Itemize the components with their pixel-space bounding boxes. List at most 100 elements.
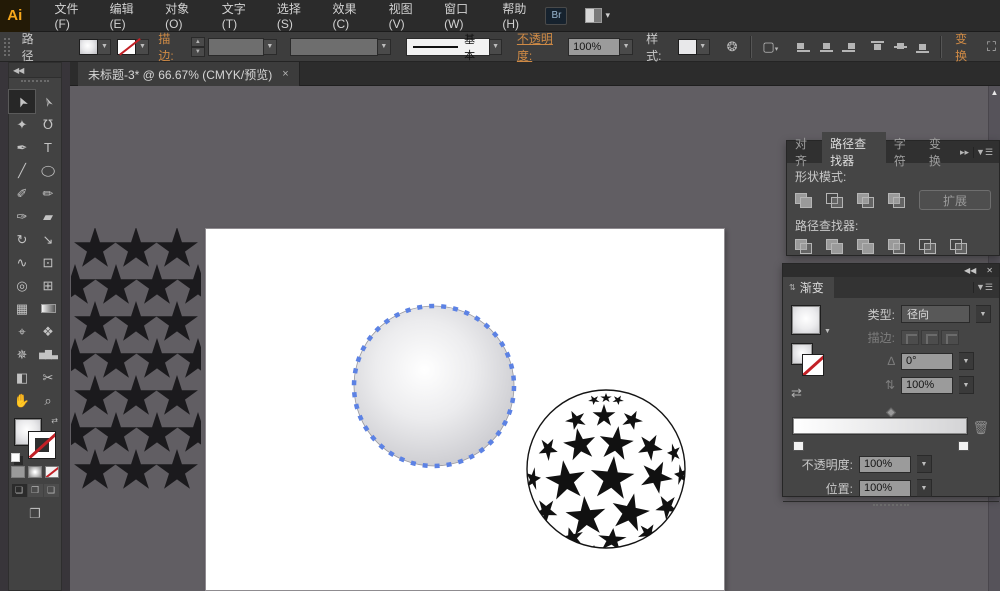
brush-dropdown-icon[interactable]: ▼ bbox=[490, 39, 502, 55]
rotate-tool[interactable]: ↻ bbox=[9, 228, 35, 251]
menu-type[interactable]: 文字(T) bbox=[211, 0, 264, 35]
draw-normal-button[interactable]: ❏ bbox=[12, 484, 27, 497]
workspace-switcher[interactable]: ▾ bbox=[585, 8, 610, 23]
star-sphere-object[interactable] bbox=[524, 387, 688, 551]
gradient-type-value[interactable]: 径向 bbox=[901, 305, 970, 323]
opacity-combo[interactable]: 100%▼ bbox=[568, 38, 633, 56]
align-right-icon[interactable] bbox=[841, 40, 853, 53]
gradient-opacity-field[interactable]: 100% bbox=[859, 456, 911, 473]
selection-tool[interactable]: ➤ bbox=[9, 90, 35, 113]
shape-builder-tool[interactable]: ◎ bbox=[9, 274, 35, 297]
fill-dropdown-icon[interactable]: ▼ bbox=[98, 39, 111, 55]
panel-collapse-icon[interactable]: ◀◀ bbox=[964, 266, 976, 275]
gradient-stop-right[interactable] bbox=[958, 436, 969, 449]
reverse-gradient-icon[interactable]: ⇄ bbox=[791, 385, 802, 401]
recolor-artwork-icon[interactable]: ❂ bbox=[727, 39, 738, 55]
select-similar-icon[interactable]: ▢▾ bbox=[762, 39, 778, 55]
outline-icon[interactable] bbox=[919, 239, 937, 254]
aspect-ratio-field[interactable]: 100% bbox=[901, 377, 953, 394]
eyedropper-tool[interactable]: ⌖ bbox=[9, 320, 35, 343]
style-dropdown-icon[interactable]: ▼ bbox=[697, 39, 710, 55]
menu-effect[interactable]: 效果(C) bbox=[321, 0, 375, 35]
align-left-icon[interactable] bbox=[796, 40, 808, 53]
hand-tool[interactable]: ✋ bbox=[9, 389, 35, 412]
perspective-grid-tool[interactable]: ⊞ bbox=[35, 274, 61, 297]
fill-swatch-combo[interactable]: ▼ bbox=[79, 39, 111, 55]
stroke-weight-dropdown-icon[interactable]: ▼ bbox=[264, 39, 277, 55]
draw-behind-button[interactable]: ❐ bbox=[28, 484, 43, 497]
location-field[interactable]: 100% bbox=[859, 480, 911, 497]
brush-definition-field[interactable]: 基本 bbox=[406, 38, 490, 56]
panel-close-icon[interactable]: ✕ bbox=[986, 266, 993, 275]
mesh-tool[interactable]: ▦ bbox=[9, 297, 35, 320]
stroke-none-swatch[interactable] bbox=[117, 39, 136, 55]
intersect-icon[interactable] bbox=[857, 193, 875, 208]
bridge-icon[interactable]: Br bbox=[545, 7, 567, 25]
symbol-sprayer-tool[interactable]: ✵ bbox=[9, 343, 35, 366]
tab-gradient[interactable]: ⇅ 渐变 bbox=[783, 277, 834, 298]
swap-fill-stroke-icon[interactable]: ⇄ bbox=[51, 416, 58, 425]
panel-resize-grip[interactable] bbox=[783, 501, 999, 508]
document-close-icon[interactable]: × bbox=[282, 68, 288, 80]
gradient-ramp[interactable] bbox=[793, 418, 967, 434]
stepper-up-icon[interactable]: ▲ bbox=[191, 37, 205, 47]
align-center-icon[interactable] bbox=[819, 40, 831, 53]
document-tab[interactable]: 未标题-3* @ 66.67% (CMYK/预览) × bbox=[78, 62, 300, 86]
stroke-swatch-combo[interactable]: ▼ bbox=[117, 39, 149, 55]
default-fill-stroke-icon[interactable] bbox=[11, 453, 20, 462]
merge-icon[interactable] bbox=[857, 239, 875, 254]
align-top-icon[interactable] bbox=[870, 40, 882, 53]
paintbrush-tool[interactable]: ✐ bbox=[9, 182, 35, 205]
pencil-tool[interactable]: ✏ bbox=[35, 182, 61, 205]
delete-stop-icon[interactable]: 🗑 bbox=[972, 420, 989, 436]
gradient-panel-menu-icon[interactable]: ▼☰ bbox=[973, 282, 999, 293]
stroke-indicator-none[interactable] bbox=[28, 431, 56, 459]
tools-drag-grip[interactable] bbox=[21, 80, 49, 88]
gradient-sphere-object[interactable] bbox=[350, 302, 518, 470]
blend-tool[interactable]: ❖ bbox=[35, 320, 61, 343]
gradient-type-dropdown-icon[interactable]: ▼ bbox=[976, 305, 991, 323]
angle-dropdown-icon[interactable]: ▼ bbox=[959, 352, 974, 370]
width-profile-combo[interactable]: ▼ bbox=[290, 38, 391, 56]
menu-edit[interactable]: 编辑(E) bbox=[99, 0, 153, 35]
stepper-down-icon[interactable]: ▼ bbox=[191, 47, 205, 57]
width-profile-field[interactable] bbox=[290, 38, 378, 56]
artboard-tool[interactable]: ◧ bbox=[9, 366, 35, 389]
zoom-tool[interactable]: ⌕ bbox=[35, 389, 61, 412]
gradient-opacity-dropdown-icon[interactable]: ▼ bbox=[917, 455, 932, 473]
menu-select[interactable]: 选择(S) bbox=[266, 0, 320, 35]
transform-link[interactable]: 变换 bbox=[955, 30, 975, 64]
bounding-box-icon[interactable]: ⛶ bbox=[987, 39, 996, 55]
slice-tool[interactable]: ✂ bbox=[35, 366, 61, 389]
pen-tool[interactable]: ✒ bbox=[9, 136, 35, 159]
tools-collapse-icon[interactable]: ◀◀ bbox=[9, 63, 61, 78]
tab-align[interactable]: 对齐 bbox=[787, 132, 822, 172]
artboard[interactable] bbox=[205, 228, 725, 591]
stroke-link[interactable]: 描边: bbox=[158, 30, 181, 64]
controlbar-grip[interactable] bbox=[4, 38, 10, 56]
ellipse-tool[interactable]: ◯ bbox=[35, 161, 61, 179]
minus-back-icon[interactable] bbox=[950, 239, 968, 254]
color-button[interactable] bbox=[11, 466, 25, 478]
trim-icon[interactable] bbox=[826, 239, 844, 254]
unite-icon[interactable] bbox=[795, 193, 813, 208]
stroke-across-icon[interactable] bbox=[941, 330, 959, 345]
exclude-icon[interactable] bbox=[888, 193, 906, 208]
scroll-up-icon[interactable]: ▲ bbox=[989, 86, 1000, 97]
tab-transform[interactable]: 变换 bbox=[921, 132, 956, 172]
opacity-dropdown-icon[interactable]: ▼ bbox=[620, 39, 633, 55]
gradient-stop-left[interactable] bbox=[793, 436, 804, 449]
crop-icon[interactable] bbox=[888, 239, 906, 254]
style-swatch[interactable] bbox=[678, 39, 697, 55]
stroke-weight-stepper[interactable]: ▲▼ bbox=[191, 37, 205, 57]
menu-view[interactable]: 视图(V) bbox=[378, 0, 432, 35]
none-button[interactable] bbox=[45, 466, 59, 478]
align-bottom-icon[interactable] bbox=[915, 40, 927, 53]
angle-field[interactable]: 0° bbox=[901, 353, 953, 370]
line-segment-tool[interactable]: ╱ bbox=[9, 159, 35, 182]
scale-tool[interactable]: ↘ bbox=[35, 228, 61, 251]
tab-overflow-icon[interactable]: ▸▸ bbox=[956, 147, 973, 158]
stroke-within-icon[interactable] bbox=[901, 330, 919, 345]
tab-pathfinder[interactable]: 路径查找器 bbox=[822, 132, 886, 172]
minus-front-icon[interactable] bbox=[826, 193, 844, 208]
